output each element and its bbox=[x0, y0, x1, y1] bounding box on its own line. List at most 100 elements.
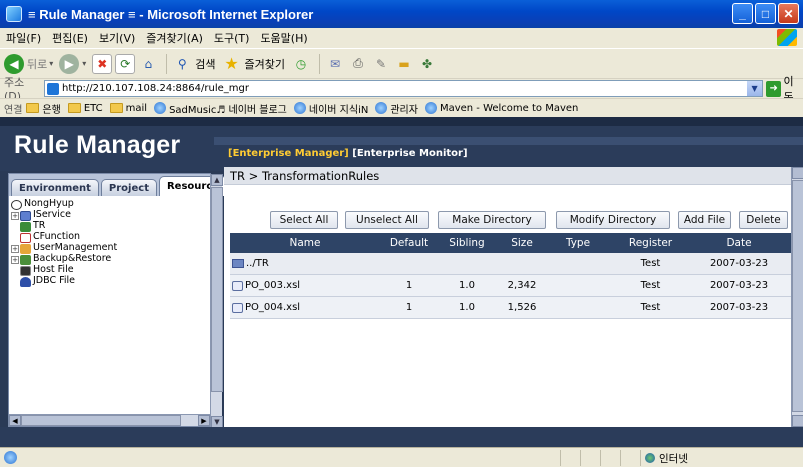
link-item[interactable]: 관리자 bbox=[375, 101, 418, 116]
column-header-default[interactable]: Default bbox=[380, 237, 438, 249]
maximize-button[interactable]: □ bbox=[755, 3, 776, 24]
file-name[interactable]: PO_004.xsl bbox=[245, 302, 300, 313]
tree-vertical-scrollbar[interactable]: ▲ ▼ bbox=[210, 174, 223, 428]
windows-logo-icon bbox=[777, 29, 797, 46]
content-vertical-scrollbar[interactable] bbox=[791, 167, 803, 427]
menu-view[interactable]: 보기(V) bbox=[99, 30, 135, 46]
search-button[interactable]: ⚲ 검색 bbox=[172, 54, 216, 74]
file-name[interactable]: ../TR bbox=[246, 258, 269, 269]
close-button[interactable]: ✕ bbox=[778, 3, 799, 24]
select-all-button[interactable]: Select All bbox=[270, 211, 338, 229]
app-logo: Rule Manager bbox=[14, 131, 181, 159]
delete-button[interactable]: Delete bbox=[739, 211, 788, 229]
history-icon[interactable]: ◷ bbox=[291, 54, 311, 74]
parent-folder-icon bbox=[232, 259, 244, 268]
column-header-size[interactable]: Size bbox=[496, 237, 548, 249]
date-cell: 2007-03-23 bbox=[709, 302, 769, 313]
forward-dropdown-icon[interactable]: ▾ bbox=[82, 59, 86, 68]
tree-label: IService bbox=[33, 209, 71, 221]
function-icon bbox=[20, 232, 31, 243]
table-header: Name Default Sibling Size Type Register … bbox=[230, 233, 791, 253]
tree-item-jdbc[interactable]: JDBC File bbox=[11, 275, 211, 287]
scroll-down-icon[interactable] bbox=[792, 415, 803, 427]
ie-page-icon bbox=[424, 102, 437, 114]
refresh-icon[interactable]: ⟳ bbox=[115, 53, 136, 74]
tree-horizontal-scrollbar[interactable]: ◀ ▶ bbox=[9, 414, 210, 426]
page-status-icon bbox=[4, 451, 17, 464]
link-item[interactable]: ETC bbox=[67, 103, 103, 114]
column-header-register[interactable]: Register bbox=[608, 237, 693, 249]
link-item[interactable]: 네이버 지식iN bbox=[293, 101, 368, 116]
stop-icon[interactable]: ✖ bbox=[92, 53, 113, 74]
table-row[interactable]: PO_004.xsl 1 1.0 1,526 Test 2007-03-23 bbox=[230, 297, 791, 319]
forward-arrow-icon: ▶ bbox=[59, 53, 80, 74]
menu-edit[interactable]: 편집(E) bbox=[52, 30, 88, 46]
tree-label: UserManagement bbox=[33, 242, 118, 254]
menu-file[interactable]: 파일(F) bbox=[6, 30, 41, 46]
scroll-up-icon[interactable] bbox=[792, 167, 803, 179]
scroll-left-icon[interactable]: ◀ bbox=[9, 415, 21, 426]
register-cell: Test bbox=[640, 280, 661, 291]
favorites-button[interactable]: ★ 즐겨찾기 bbox=[222, 54, 285, 74]
column-header-name[interactable]: Name bbox=[230, 237, 380, 249]
tree-label: Backup&Restore bbox=[33, 253, 112, 265]
scroll-up-icon[interactable]: ▲ bbox=[211, 174, 223, 186]
tab-environment[interactable]: Environment bbox=[11, 179, 99, 196]
menu-help[interactable]: 도움말(H) bbox=[260, 30, 307, 46]
scroll-thumb[interactable] bbox=[792, 180, 803, 412]
make-directory-button[interactable]: Make Directory bbox=[438, 211, 546, 229]
modify-directory-button[interactable]: Modify Directory bbox=[556, 211, 670, 229]
xsl-file-icon bbox=[232, 302, 243, 313]
tree-label: Host File bbox=[33, 264, 74, 276]
print-icon[interactable]: ⎙ bbox=[348, 54, 368, 74]
link-item[interactable]: 은행 bbox=[26, 101, 61, 116]
back-dropdown-icon[interactable]: ▾ bbox=[49, 59, 53, 68]
expand-icon[interactable]: + bbox=[11, 255, 19, 264]
nav-enterprise-manager[interactable]: [Enterprise Manager] bbox=[228, 148, 349, 159]
home-icon[interactable]: ⌂ bbox=[138, 54, 158, 74]
address-input[interactable]: http://210.107.108.24:8864/rule_mgr ▼ bbox=[44, 80, 764, 97]
favorites-star-icon: ★ bbox=[224, 54, 239, 73]
messenger-icon[interactable]: ✤ bbox=[417, 54, 437, 74]
nav-enterprise-monitor[interactable]: [Enterprise Monitor] bbox=[352, 148, 467, 159]
sibling-cell: 1.0 bbox=[459, 280, 475, 291]
service-icon bbox=[20, 210, 31, 221]
minimize-button[interactable]: _ bbox=[732, 3, 753, 24]
link-item[interactable]: mail bbox=[109, 103, 147, 114]
edit-icon[interactable]: ✎ bbox=[371, 54, 391, 74]
scroll-thumb[interactable] bbox=[211, 187, 223, 392]
address-dropdown-icon[interactable]: ▼ bbox=[747, 81, 763, 96]
menu-tools[interactable]: 도구(T) bbox=[214, 30, 250, 46]
tab-project[interactable]: Project bbox=[100, 179, 157, 196]
breadcrumb: TR > TransformationRules bbox=[224, 167, 791, 185]
folder-icon[interactable]: ▬ bbox=[394, 54, 414, 74]
name-cell: ../TR bbox=[230, 258, 380, 269]
column-header-sibling[interactable]: Sibling bbox=[438, 237, 496, 249]
unselect-all-button[interactable]: Unselect All bbox=[345, 211, 429, 229]
links-label: 연결 bbox=[4, 104, 23, 116]
tree-label: NongHyup bbox=[24, 198, 74, 210]
column-header-date[interactable]: Date bbox=[693, 237, 785, 249]
table-row[interactable]: ../TR Test 2007-03-23 bbox=[230, 253, 791, 275]
title-bar: ≡ Rule Manager ≡ - Microsoft Internet Ex… bbox=[0, 0, 803, 28]
expand-icon[interactable]: + bbox=[11, 244, 19, 253]
scroll-right-icon[interactable]: ▶ bbox=[198, 415, 210, 426]
mail-icon[interactable]: ✉ bbox=[325, 54, 345, 74]
scroll-thumb[interactable] bbox=[21, 415, 181, 426]
menu-favorites[interactable]: 즐겨찾기(A) bbox=[146, 30, 203, 46]
table-row[interactable]: PO_003.xsl 1 1.0 2,342 Test 2007-03-23 bbox=[230, 275, 791, 297]
toolbar-separator bbox=[166, 53, 168, 74]
link-item[interactable]: SadMusic♬ 네이버 블로그 bbox=[154, 101, 287, 116]
link-item[interactable]: Maven - Welcome to Maven bbox=[424, 102, 578, 114]
expand-icon[interactable]: + bbox=[11, 211, 19, 220]
back-arrow-icon: ◀ bbox=[4, 53, 24, 74]
folder-icon bbox=[26, 103, 40, 113]
add-file-button[interactable]: Add File bbox=[678, 211, 731, 229]
link-label: SadMusic♬ 네이버 블로그 bbox=[169, 104, 287, 116]
forward-button[interactable]: ▶ ▾ bbox=[59, 53, 86, 74]
back-button[interactable]: ◀ 뒤로 ▾ bbox=[4, 53, 53, 74]
address-url[interactable]: http://210.107.108.24:8864/rule_mgr bbox=[62, 83, 249, 94]
column-header-type[interactable]: Type bbox=[548, 237, 608, 249]
file-name[interactable]: PO_003.xsl bbox=[245, 280, 300, 291]
app-header: Rule Manager [Enterprise Manager] [Enter… bbox=[0, 117, 803, 171]
